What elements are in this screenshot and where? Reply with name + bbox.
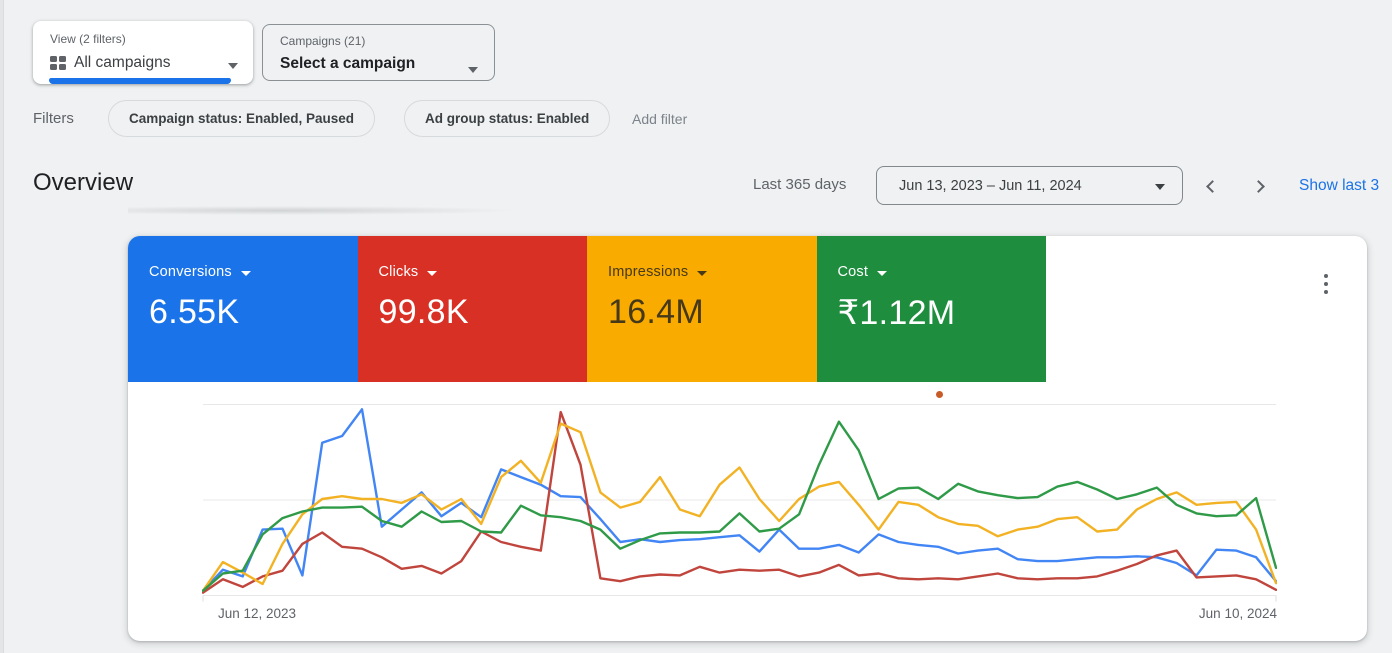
metric-selector[interactable]: Impressions bbox=[608, 264, 817, 280]
add-filter-button[interactable]: Add filter bbox=[632, 111, 687, 127]
chevron-right-icon bbox=[1252, 180, 1265, 193]
show-last-days-link[interactable]: Show last 3 bbox=[1299, 177, 1379, 195]
series-line-cost bbox=[203, 422, 1276, 591]
metric-selector[interactable]: Conversions bbox=[149, 264, 358, 280]
chevron-down-icon bbox=[228, 63, 238, 69]
chevron-down-icon bbox=[697, 271, 707, 276]
chevron-down-icon bbox=[427, 271, 437, 276]
view-selector[interactable]: View (2 filters) All campaigns bbox=[33, 21, 253, 84]
annotation-dot bbox=[936, 391, 943, 398]
metric-card-impressions[interactable]: Impressions 16.4M bbox=[587, 236, 817, 382]
metric-card-cost[interactable]: Cost ₹1.12M bbox=[817, 236, 1047, 382]
x-axis-end-label: Jun 10, 2024 bbox=[1199, 606, 1277, 621]
metric-value: ₹1.12M bbox=[838, 293, 1047, 333]
filter-chip-campaign-status[interactable]: Campaign status: Enabled, Paused bbox=[108, 100, 375, 137]
more-options-button[interactable] bbox=[1319, 269, 1333, 299]
active-view-underline bbox=[49, 78, 231, 84]
campaign-selector[interactable]: Campaigns (21) Select a campaign bbox=[262, 24, 495, 81]
chevron-left-icon bbox=[1206, 180, 1219, 193]
chevron-down-icon bbox=[877, 271, 887, 276]
page-title: Overview bbox=[33, 169, 133, 197]
performance-line-chart[interactable] bbox=[202, 404, 1277, 602]
filters-label: Filters bbox=[33, 110, 74, 127]
metric-card-clicks[interactable]: Clicks 99.8K bbox=[358, 236, 588, 382]
metric-card-strip: Conversions 6.55K Clicks 99.8K Impressions 16… bbox=[128, 236, 1367, 382]
chevron-down-icon bbox=[1155, 184, 1165, 190]
metric-selector[interactable]: Clicks bbox=[379, 264, 588, 280]
overview-card: Conversions 6.55K Clicks 99.8K Impressions 16… bbox=[128, 236, 1367, 641]
next-period-button[interactable] bbox=[1242, 168, 1278, 204]
chevron-down-icon bbox=[241, 271, 251, 276]
metric-value: 6.55K bbox=[149, 293, 358, 332]
series-line-clicks bbox=[203, 412, 1276, 592]
metric-card-conversions[interactable]: Conversions 6.55K bbox=[128, 236, 358, 382]
metric-value: 99.8K bbox=[379, 293, 588, 332]
x-axis-start-label: Jun 12, 2023 bbox=[218, 606, 296, 621]
window-left-edge bbox=[0, 0, 4, 653]
metric-label: Cost bbox=[838, 264, 869, 280]
previous-period-button[interactable] bbox=[1192, 168, 1228, 204]
google-ads-overview-screen: { "toolbar": { "view_selector": { "label… bbox=[0, 0, 1392, 653]
campaign-selector-value: Select a campaign bbox=[280, 55, 415, 73]
metric-label: Conversions bbox=[149, 264, 232, 280]
metric-label: Impressions bbox=[608, 264, 688, 280]
metric-selector[interactable]: Cost bbox=[838, 264, 1047, 280]
grid-view-icon bbox=[50, 56, 66, 70]
campaign-selector-label: Campaigns (21) bbox=[280, 34, 365, 48]
chevron-down-icon bbox=[468, 67, 478, 73]
date-range-value: Jun 13, 2023 – Jun 11, 2024 bbox=[899, 178, 1082, 194]
metric-value: 16.4M bbox=[608, 293, 817, 332]
view-selector-value: All campaigns bbox=[74, 54, 171, 72]
view-selector-label: View (2 filters) bbox=[50, 32, 126, 46]
metric-label: Clicks bbox=[379, 264, 419, 280]
header-shadow bbox=[128, 204, 740, 217]
date-range-selector[interactable]: Jun 13, 2023 – Jun 11, 2024 bbox=[876, 166, 1183, 205]
date-range-preset-label: Last 365 days bbox=[753, 176, 846, 193]
filter-chip-ad-group-status[interactable]: Ad group status: Enabled bbox=[404, 100, 610, 137]
